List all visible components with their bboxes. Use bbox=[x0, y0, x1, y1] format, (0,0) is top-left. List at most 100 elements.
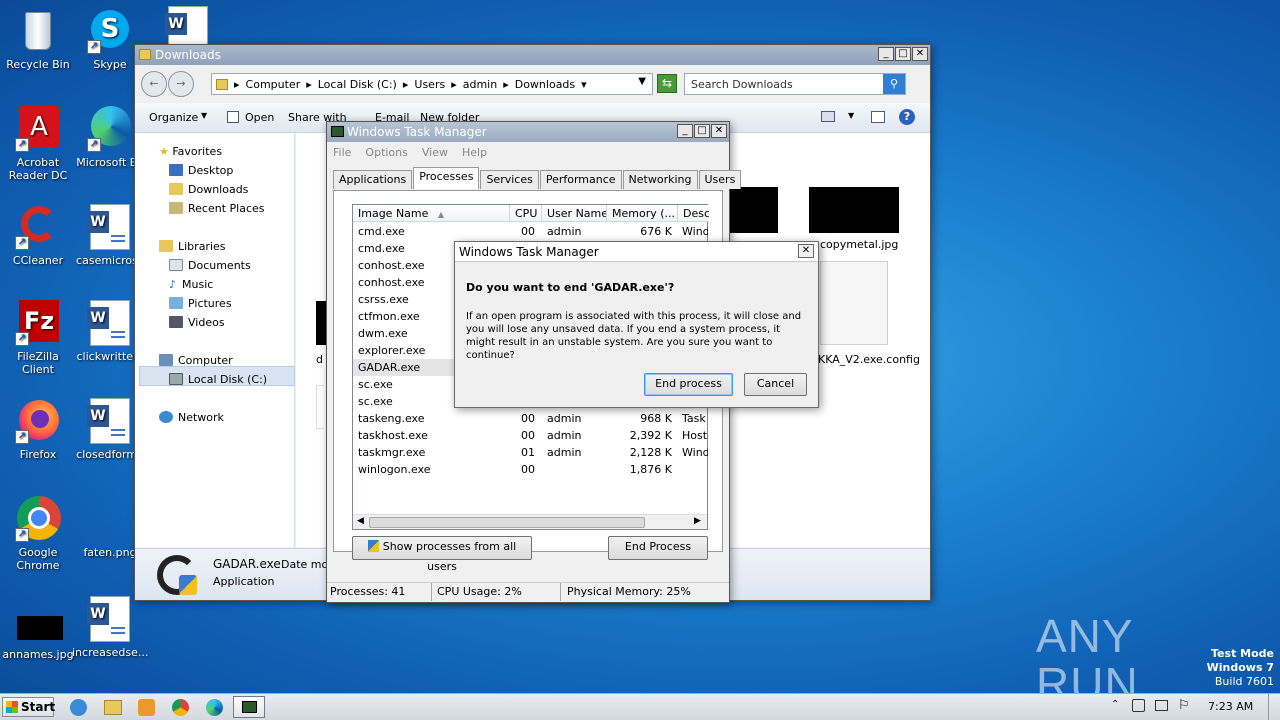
end-process-button[interactable]: End Process bbox=[608, 536, 708, 560]
horizontal-scrollbar[interactable]: ◀ ▶ bbox=[353, 514, 707, 529]
explorer-icon[interactable] bbox=[104, 700, 122, 715]
tab-users[interactable]: Users bbox=[698, 170, 742, 189]
tray-speaker-icon[interactable] bbox=[1132, 699, 1145, 712]
close-button[interactable]: ✕ bbox=[711, 124, 727, 138]
address-bar[interactable]: ▸ Computer ▸ Local Disk (C:) ▸ Users ▸ admi… bbox=[211, 73, 653, 95]
desktop-icon-filezilla[interactable]: Fz ↗ FileZilla Client bbox=[0, 300, 76, 376]
process-row[interactable]: taskmgr.exe 01 admin 2,128 K Wind bbox=[353, 444, 708, 461]
chrome-taskbar-icon[interactable] bbox=[172, 699, 189, 716]
forward-button[interactable]: → bbox=[168, 71, 194, 97]
scroll-right-icon[interactable]: ▶ bbox=[694, 516, 701, 526]
process-row[interactable]: taskeng.exe 00 admin 968 K Task bbox=[353, 410, 706, 427]
start-button[interactable]: Start bbox=[2, 697, 55, 717]
nav-pictures[interactable]: Pictures bbox=[169, 297, 232, 310]
scroll-left-icon[interactable]: ◀ bbox=[357, 516, 364, 526]
tray-flag-icon[interactable]: ⚐ bbox=[1178, 698, 1190, 713]
file-label-copymetal[interactable]: copymetal.jpg bbox=[820, 238, 898, 251]
explorer-titlebar[interactable]: Downloads _ □ ✕ bbox=[135, 45, 930, 65]
nav-local-disk[interactable]: Local Disk (C:) bbox=[169, 373, 267, 386]
file-icon-config[interactable] bbox=[820, 261, 888, 345]
nav-desktop[interactable]: Desktop bbox=[169, 164, 233, 177]
tray-network-icon[interactable] bbox=[1155, 700, 1168, 711]
desktop-icon-annames[interactable]: annames.jpg bbox=[0, 616, 76, 661]
refresh-button[interactable]: ⇆ bbox=[657, 74, 677, 93]
nav-music[interactable]: ♪ Music bbox=[169, 278, 213, 291]
nav-network[interactable]: Network bbox=[159, 411, 224, 424]
crumb-computer[interactable]: Computer bbox=[246, 78, 301, 91]
tab-applications[interactable]: Applications bbox=[333, 170, 413, 189]
file-thumbnail-copymetal[interactable] bbox=[809, 187, 899, 233]
maximize-button[interactable]: □ bbox=[694, 124, 710, 138]
minimize-button[interactable]: _ bbox=[878, 47, 894, 61]
nav-recent-places[interactable]: Recent Places bbox=[169, 202, 265, 215]
open-button[interactable]: Open bbox=[245, 111, 274, 124]
skype-icon: S ↗ bbox=[87, 8, 133, 54]
clock[interactable]: 7:23 AM bbox=[1208, 700, 1253, 713]
preview-pane-icon[interactable] bbox=[871, 111, 885, 123]
desktop-icon-chrome[interactable]: ↗ Google Chrome bbox=[0, 496, 76, 572]
dialog-close-button[interactable]: ✕ bbox=[798, 244, 814, 258]
help-icon[interactable]: ? bbox=[899, 109, 915, 125]
back-button[interactable]: ← bbox=[141, 71, 167, 97]
cancel-button[interactable]: Cancel bbox=[744, 373, 807, 396]
minimize-button[interactable]: _ bbox=[677, 124, 693, 138]
menu-help[interactable]: Help bbox=[462, 146, 487, 159]
chevron-down-icon[interactable]: ▼ bbox=[638, 76, 646, 87]
nav-downloads[interactable]: Downloads bbox=[169, 183, 248, 196]
col-description[interactable]: Desc bbox=[678, 205, 709, 222]
nav-libraries[interactable]: Libraries bbox=[159, 240, 226, 253]
col-user-name[interactable]: User Name bbox=[542, 205, 607, 222]
file-thumbnail-dark[interactable] bbox=[730, 187, 778, 233]
chevron-icon: ▸ bbox=[402, 77, 409, 91]
end-process-confirm-button[interactable]: End process bbox=[644, 373, 733, 396]
close-button[interactable]: ✕ bbox=[912, 47, 928, 61]
desktop-icon-increasedse[interactable]: W increasedse... bbox=[72, 596, 148, 659]
tab-performance[interactable]: Performance bbox=[539, 170, 622, 189]
scrollbar-thumb[interactable] bbox=[369, 517, 645, 528]
dialog-titlebar[interactable]: Windows Task Manager ✕ bbox=[455, 242, 818, 262]
desktop-icon-acrobat[interactable]: A ↗ Acrobat Reader DC bbox=[0, 106, 76, 182]
taskmgr-taskbar-button[interactable] bbox=[233, 696, 265, 718]
tab-processes[interactable]: Processes bbox=[413, 167, 480, 189]
file-thumbnail-partial[interactable] bbox=[316, 301, 326, 345]
chevron-icon: ▸ bbox=[234, 77, 240, 91]
nav-documents[interactable]: Documents bbox=[169, 259, 251, 272]
organize-button[interactable]: Organize bbox=[149, 111, 198, 124]
tab-networking[interactable]: Networking bbox=[622, 170, 698, 189]
search-icon[interactable]: ⚲ bbox=[883, 74, 905, 94]
col-memory[interactable]: Memory (... bbox=[607, 205, 678, 222]
menu-file[interactable]: File bbox=[333, 146, 351, 159]
crumb-downloads[interactable]: Downloads bbox=[515, 78, 575, 91]
cell-mem: 2,392 K bbox=[629, 429, 672, 442]
crumb-local-disk[interactable]: Local Disk (C:) bbox=[318, 78, 397, 91]
process-row[interactable]: cmd.exe 00 admin 676 K Wind bbox=[353, 223, 708, 240]
nav-favorites[interactable]: ★ Favorites bbox=[159, 145, 222, 158]
cell-user: admin bbox=[547, 225, 582, 238]
process-row[interactable]: winlogon.exe 00 1,876 K bbox=[353, 461, 705, 478]
show-all-processes-button[interactable]: Show processes from all users bbox=[352, 536, 532, 573]
taskmgr-titlebar[interactable]: Windows Task Manager _ □ ✕ bbox=[327, 122, 729, 142]
nav-videos[interactable]: Videos bbox=[169, 316, 225, 329]
col-cpu[interactable]: CPU bbox=[510, 205, 542, 222]
dialog-question: Do you want to end 'GADAR.exe'? bbox=[466, 281, 675, 294]
tab-services[interactable]: Services bbox=[480, 170, 539, 189]
menu-view[interactable]: View bbox=[422, 146, 448, 159]
chevron-down-icon[interactable]: ▼ bbox=[848, 111, 854, 120]
col-image-name[interactable]: Image Name ▲ bbox=[353, 205, 510, 222]
crumb-admin[interactable]: admin bbox=[463, 78, 497, 91]
maximize-button[interactable]: □ bbox=[895, 47, 911, 61]
tray-chevron-icon[interactable]: ⌃ bbox=[1111, 699, 1119, 710]
menu-options[interactable]: Options bbox=[365, 146, 407, 159]
media-player-icon[interactable] bbox=[138, 699, 155, 716]
process-row[interactable]: taskhost.exe 00 admin 2,392 K Host bbox=[353, 427, 707, 444]
desktop-icon-ccleaner[interactable]: ↗ CCleaner bbox=[0, 204, 76, 267]
file-label-config[interactable]: KKA_V2.exe.config bbox=[818, 353, 920, 366]
crumb-users[interactable]: Users bbox=[414, 78, 445, 91]
desktop-icon-recycle-bin[interactable]: Recycle Bin bbox=[0, 8, 76, 71]
view-icon[interactable] bbox=[821, 111, 835, 122]
search-input[interactable]: Search Downloads ⚲ bbox=[684, 73, 906, 95]
ie-icon[interactable] bbox=[70, 699, 87, 716]
edge-taskbar-icon[interactable] bbox=[206, 699, 223, 716]
desktop-icon-firefox[interactable]: ↗ Firefox bbox=[0, 398, 76, 461]
show-desktop-button[interactable] bbox=[1268, 694, 1280, 720]
